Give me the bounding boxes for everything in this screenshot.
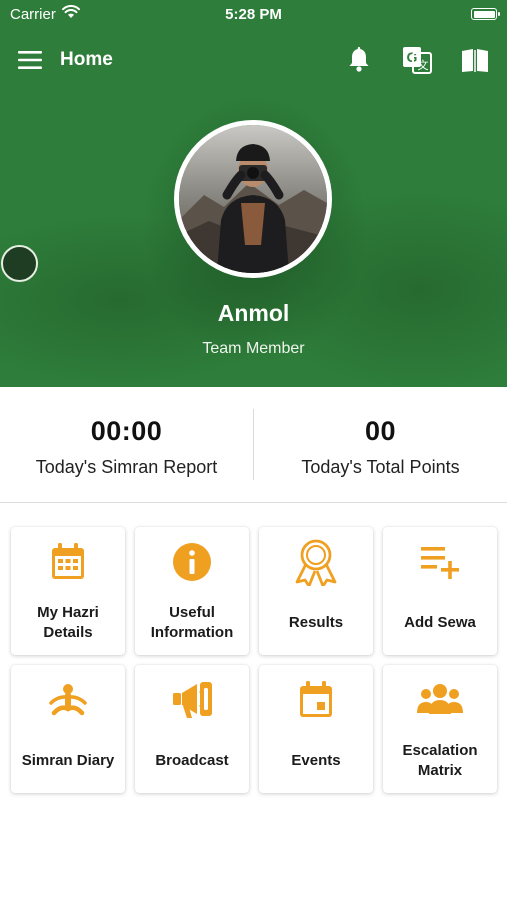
tile-label: Add Sewa <box>404 614 476 631</box>
stat-value: 00:00 <box>90 415 163 446</box>
tile-my-hazri-details[interactable]: My Hazri Details <box>11 527 125 655</box>
tile-label: Events <box>291 752 341 769</box>
calendar-icon <box>43 537 93 587</box>
info-icon <box>167 537 217 587</box>
tile-label: Simran Diary <box>21 752 115 769</box>
tile-label: Results <box>288 614 344 631</box>
meditation-icon <box>43 675 93 725</box>
page-title: Home <box>60 49 113 70</box>
status-bar: Carrier 5:28 PM <box>0 0 507 28</box>
profile-role: Team Member <box>202 340 305 357</box>
carrier-label: Carrier <box>10 5 56 23</box>
event-calendar-icon <box>291 675 341 725</box>
tile-label: Escalation Matrix <box>402 742 478 779</box>
battery-icon <box>471 8 500 20</box>
stat-total-points[interactable]: 00 Today's Total Points <box>254 387 507 502</box>
bell-icon[interactable] <box>343 44 375 76</box>
stat-label: Today's Total Points <box>301 456 460 477</box>
tile-broadcast[interactable]: Broadcast <box>135 665 249 793</box>
megaphone-icon <box>167 675 217 725</box>
translate-icon[interactable]: G 文 <box>401 44 433 76</box>
tile-label: Broadcast <box>155 752 229 769</box>
tile-label: Useful Information <box>150 604 234 641</box>
tile-results[interactable]: Results <box>259 527 373 655</box>
profile-header: Carrier 5:28 PM Home G 文 Anmol Team Memb… <box>0 0 507 387</box>
hamburger-menu-icon[interactable] <box>16 46 44 74</box>
book-icon[interactable] <box>459 44 491 76</box>
menu-grid: My Hazri Details Useful Information Resu… <box>11 527 497 793</box>
award-ribbon-icon <box>291 537 341 587</box>
stat-label: Today's Simran Report <box>35 456 218 477</box>
wifi-icon <box>61 5 80 23</box>
tile-escalation-matrix[interactable]: Escalation Matrix <box>383 665 497 793</box>
side-handle[interactable] <box>1 245 38 282</box>
playlist-add-icon <box>415 537 465 587</box>
status-left: Carrier <box>10 5 80 23</box>
stat-simran-report[interactable]: 00:00 Today's Simran Report <box>0 387 253 502</box>
stat-value: 00 <box>364 415 397 446</box>
tile-simran-diary[interactable]: Simran Diary <box>11 665 125 793</box>
tile-label: My Hazri Details <box>37 604 99 641</box>
stats-summary: 00:00 Today's Simran Report 00 Today's T… <box>0 387 507 503</box>
avatar[interactable] <box>174 120 332 278</box>
app-bar-actions: G 文 <box>343 44 491 76</box>
tile-events[interactable]: Events <box>259 665 373 793</box>
svg-text:文: 文 <box>418 58 429 72</box>
app-bar: Home G 文 <box>0 40 507 80</box>
tile-add-sewa[interactable]: Add Sewa <box>383 527 497 655</box>
profile-name: Anmol <box>217 300 290 326</box>
tile-useful-information[interactable]: Useful Information <box>135 527 249 655</box>
group-people-icon <box>415 675 465 725</box>
